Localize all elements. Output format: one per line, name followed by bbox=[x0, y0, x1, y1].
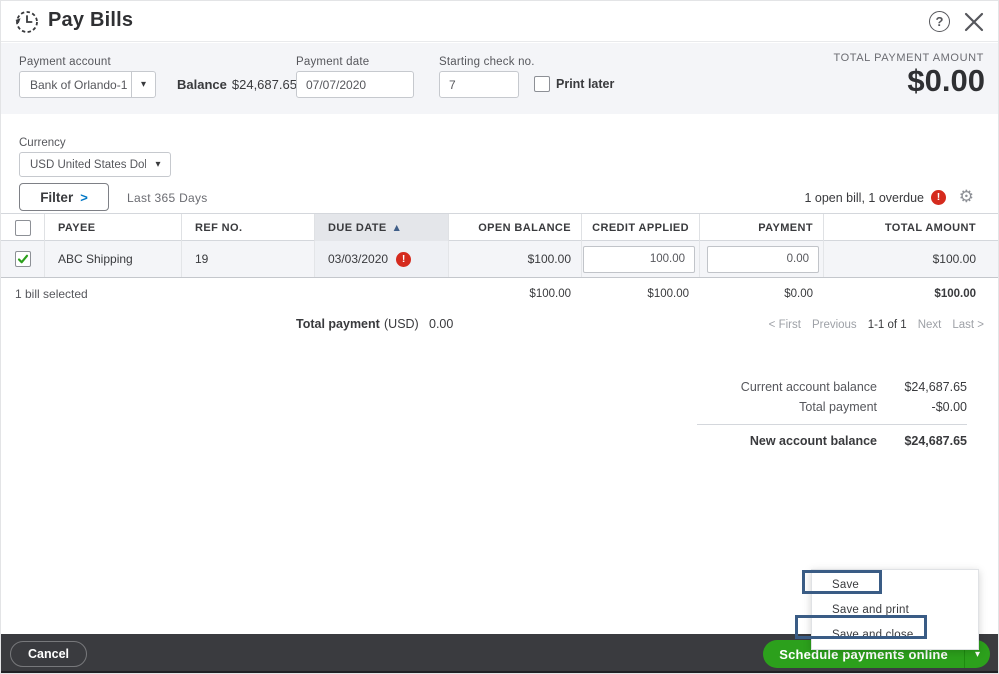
summary-total-amount: $100.00 bbox=[823, 282, 999, 306]
summary-credit-applied: $100.00 bbox=[581, 282, 699, 306]
row-open-balance: $100.00 bbox=[448, 241, 581, 277]
payment-account-label: Payment account bbox=[19, 56, 111, 68]
close-icon[interactable] bbox=[962, 10, 986, 34]
col-payment[interactable]: PAYMENT bbox=[699, 214, 823, 241]
table-header: PAYEE REF NO. DUE DATE ▲ OPEN BALANCE CR… bbox=[1, 213, 999, 241]
pagination-next[interactable]: Next bbox=[918, 319, 942, 331]
total-payment-label: Total payment bbox=[296, 317, 380, 331]
balance-label: Balance bbox=[177, 77, 227, 92]
select-all-checkbox[interactable] bbox=[15, 220, 31, 236]
row-payment-cell bbox=[699, 241, 823, 277]
total-payment-summary-label: Total payment bbox=[687, 400, 877, 414]
sort-asc-icon: ▲ bbox=[394, 223, 401, 232]
row-payee: ABC Shipping bbox=[44, 241, 181, 277]
total-payment-summary-value: -$0.00 bbox=[877, 400, 967, 414]
filter-button[interactable]: Filter > bbox=[19, 183, 109, 211]
row-ref-no: 19 bbox=[181, 241, 314, 277]
currency-label: Currency bbox=[19, 137, 66, 149]
currency-select[interactable]: USD United States Dollar ▾ bbox=[19, 152, 171, 177]
row-total-amount: $100.00 bbox=[823, 241, 999, 277]
payment-account-select[interactable]: Bank of Orlando-1 ▾ bbox=[19, 71, 156, 98]
row-credit-cell bbox=[581, 241, 699, 277]
select-all-cell bbox=[1, 214, 44, 241]
total-payment-amount-value: $0.00 bbox=[907, 63, 985, 99]
divider bbox=[697, 424, 967, 425]
menu-item-save-and-close[interactable]: Save and close bbox=[812, 622, 978, 647]
col-payee[interactable]: PAYEE bbox=[44, 214, 181, 241]
summary-payment: $0.00 bbox=[699, 282, 823, 306]
pagination-last[interactable]: Last > bbox=[952, 319, 984, 331]
new-balance-row: New account balance $24,687.65 bbox=[677, 431, 967, 451]
print-later-option[interactable]: Print later bbox=[534, 76, 614, 92]
account-balance: Balance $24,687.65 bbox=[177, 77, 297, 92]
pay-bills-icon bbox=[14, 9, 40, 35]
payment-date-label: Payment date bbox=[296, 56, 369, 68]
page-title: Pay Bills bbox=[48, 9, 133, 32]
help-icon[interactable]: ? bbox=[929, 11, 950, 32]
col-credit-applied[interactable]: CREDIT APPLIED bbox=[581, 214, 699, 241]
pagination-range: 1-1 of 1 bbox=[868, 319, 907, 331]
col-open-balance[interactable]: OPEN BALANCE bbox=[448, 214, 581, 241]
starting-check-wrap bbox=[439, 71, 519, 98]
payment-date-wrap bbox=[296, 71, 414, 98]
summary-open-balance: $100.00 bbox=[448, 282, 581, 306]
current-balance-value: $24,687.65 bbox=[877, 380, 967, 394]
pagination: < First Previous 1-1 of 1 Next Last > bbox=[769, 319, 984, 331]
balance-amount: $24,687.65 bbox=[232, 77, 297, 92]
total-payment-summary-row: Total payment -$0.00 bbox=[677, 397, 967, 417]
current-balance-label: Current account balance bbox=[687, 380, 877, 394]
bills-status: 1 open bill, 1 overdue ! bbox=[804, 190, 946, 205]
overdue-alert-icon: ! bbox=[931, 190, 946, 205]
menu-item-save-and-print[interactable]: Save and print bbox=[812, 597, 978, 622]
pay-bills-dialog: Pay Bills ? Payment account Payment date… bbox=[0, 0, 999, 674]
check-icon bbox=[17, 253, 29, 265]
currency-value: USD United States Dollar bbox=[20, 159, 146, 171]
current-balance-row: Current account balance $24,687.65 bbox=[677, 377, 967, 397]
save-menu: Save Save and print Save and close bbox=[811, 569, 979, 650]
pagination-first[interactable]: < First bbox=[769, 319, 801, 331]
col-total-amount[interactable]: TOTAL AMOUNT bbox=[823, 214, 999, 241]
row-checkbox-checked[interactable] bbox=[15, 251, 31, 267]
table-summary-row: 1 bill selected $100.00 $100.00 $0.00 $1… bbox=[1, 282, 999, 306]
overdue-alert-icon: ! bbox=[396, 252, 411, 267]
col-due-date[interactable]: DUE DATE ▲ bbox=[314, 214, 448, 241]
chevron-down-icon: ▾ bbox=[146, 153, 170, 176]
print-later-label: Print later bbox=[556, 77, 614, 91]
row-select-cell bbox=[1, 241, 44, 277]
chevron-down-icon: ▾ bbox=[131, 72, 155, 97]
account-summary: Current account balance $24,687.65 Total… bbox=[677, 377, 967, 451]
total-payment-value: 0.00 bbox=[429, 317, 453, 331]
total-payment-currency: (USD) bbox=[384, 317, 419, 331]
bills-status-text: 1 open bill, 1 overdue bbox=[804, 191, 924, 205]
payment-date-input[interactable] bbox=[296, 71, 414, 98]
row-due-date: 03/03/2020 ! bbox=[314, 241, 448, 277]
filter-button-label: Filter bbox=[40, 190, 73, 205]
gear-icon[interactable]: ⚙ bbox=[959, 187, 974, 207]
new-balance-label: New account balance bbox=[687, 434, 877, 448]
payment-account-value: Bank of Orlando-1 bbox=[20, 78, 131, 92]
dialog-header: Pay Bills ? bbox=[1, 1, 998, 42]
bills-selected-text: 1 bill selected bbox=[1, 282, 448, 306]
date-range-text: Last 365 Days bbox=[127, 191, 208, 205]
payment-input[interactable] bbox=[707, 246, 819, 273]
print-later-checkbox[interactable] bbox=[534, 76, 550, 92]
new-balance-value: $24,687.65 bbox=[877, 434, 967, 448]
starting-check-input[interactable] bbox=[439, 71, 519, 98]
starting-check-label: Starting check no. bbox=[439, 56, 535, 68]
cancel-button[interactable]: Cancel bbox=[10, 641, 87, 667]
pagination-previous[interactable]: Previous bbox=[812, 319, 857, 331]
col-ref-no[interactable]: REF NO. bbox=[181, 214, 314, 241]
table-row: ABC Shipping 19 03/03/2020 ! $100.00 $10… bbox=[1, 241, 999, 278]
chevron-right-icon: > bbox=[80, 190, 88, 205]
menu-item-save[interactable]: Save bbox=[812, 572, 978, 597]
credit-applied-input[interactable] bbox=[583, 246, 695, 273]
